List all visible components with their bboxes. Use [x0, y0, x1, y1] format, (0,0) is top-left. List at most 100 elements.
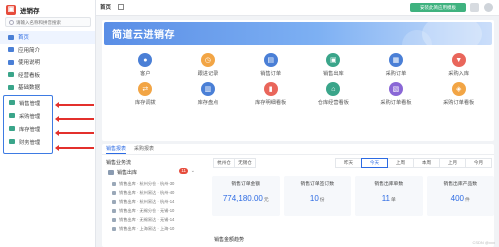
sidebar-item-intro[interactable]: 应用简介: [0, 44, 95, 57]
quick-action-label: 库存明细看板: [255, 100, 287, 106]
tree-row[interactable]: 销售出库 · 上海易达 · 上海-10: [112, 224, 196, 233]
workflow-tree: 销售出库 · 杭州分仓 · 杭州-30 销售出库 · 杭州易达 · 杭州-40 销售…: [112, 179, 196, 233]
tree-row[interactable]: 销售出库 · 杭州易达 · 杭州-14: [112, 197, 196, 206]
tab-home[interactable]: 首页: [100, 3, 111, 11]
metric-card: 销售订单签订数 10份: [283, 176, 351, 216]
annotation-arrow: [55, 130, 94, 135]
sidebar-item-label: 基础数据: [18, 85, 41, 92]
quick-action-item[interactable]: ▼ 采购入库: [427, 53, 490, 77]
chevron-down-icon[interactable]: ⌄: [191, 168, 195, 174]
folder-icon: [9, 113, 15, 118]
metric-label: 销售订单签订数: [300, 182, 335, 187]
document-icon: [112, 226, 116, 231]
document-icon: [112, 190, 116, 195]
tree-row[interactable]: 销售出库 · 杭州易达 · 杭州-40: [112, 188, 196, 197]
workflow-title: 销售业务流: [106, 160, 132, 166]
quick-action-label: 采购订单: [385, 71, 407, 77]
sidebar: ▣ 进销存 首页 应用简介 使用说明 经营看板: [0, 0, 96, 247]
sidebar-item-sales[interactable]: 销售管理: [4, 96, 52, 109]
workflow-item-label: 销售出库: [117, 169, 138, 176]
sidebar-search[interactable]: [5, 17, 91, 27]
city-filter[interactable]: 杭州仓: [213, 158, 235, 168]
sidebar-item-guide[interactable]: 使用说明: [0, 56, 95, 69]
metric-unit: 件: [465, 198, 470, 203]
inbound-icon: ▼: [451, 53, 466, 67]
sidebar-item-label: 首页: [18, 35, 30, 42]
tree-row[interactable]: 销售出库 · 杭州分仓 · 杭州-30: [112, 179, 196, 188]
tab-purchase-report[interactable]: 采购报表: [134, 144, 154, 154]
banner-title: 简道云进销存: [112, 30, 175, 41]
quick-action-item[interactable]: ▮ 库存明细看板: [239, 82, 302, 106]
quick-action-item[interactable]: ▧ 采购订单看板: [365, 82, 428, 106]
annotation-arrow: [55, 102, 94, 107]
tree-row[interactable]: 销售出库 · 无锡分仓 · 无锡-10: [112, 206, 196, 215]
board-icon: ▧: [388, 82, 403, 96]
chart-icon: ▮: [263, 82, 278, 96]
workflow-panel: 销售业务流 销售出库 11 ⌄ 销售出库 · 杭州分仓 · 杭州-30 销售出库 …: [104, 157, 198, 247]
metric-card: 销售出库单数 11单: [355, 176, 423, 216]
sidebar-item-purchase[interactable]: 采购管理: [4, 109, 52, 122]
folder-icon: [9, 139, 15, 144]
tree-row-label: 销售出库 · 无锡分仓 · 无锡-10: [119, 207, 175, 213]
quick-action-item[interactable]: ⇄ 库存调拨: [114, 82, 177, 106]
fullscreen-icon[interactable]: [118, 4, 124, 10]
folder-icon: [8, 72, 14, 78]
main-content: 简道云进销存 ● 客户 ◷ 跟进记录 ▤ 销售订单 ▣ 销售出库 ▦ 采购订单 ▼ 采购入库 ⇄ 库存调拨…: [96, 17, 499, 247]
document-icon: [112, 199, 116, 204]
quick-action-label: 库存盘点: [197, 100, 219, 106]
period-filter[interactable]: 上周: [387, 158, 414, 168]
period-filter[interactable]: 今月: [465, 158, 492, 168]
sidebar-item-label: 财务管理: [19, 139, 41, 146]
sidebar-item-label: 销售管理: [19, 100, 41, 107]
metric-unit: 份: [319, 198, 325, 203]
search-input[interactable]: [16, 19, 90, 25]
period-filter[interactable]: 本周: [413, 158, 440, 168]
banner: 简道云进销存: [104, 22, 492, 45]
install-template-button[interactable]: 安装此简应用模板: [410, 3, 466, 12]
quick-action-item[interactable]: ▣ 销售出库: [302, 53, 365, 77]
quick-action-label: 客户: [140, 71, 151, 77]
sidebar-item-label: 采购管理: [19, 113, 41, 120]
metric-card: 销售出库产品数 400件: [426, 176, 495, 216]
city-filter[interactable]: 无锡仓: [234, 158, 256, 168]
period-filter[interactable]: 上月: [439, 158, 466, 168]
metric-card: 销售订单金额 774,180.00元: [212, 176, 280, 216]
report-tabs: 销售报表 采购报表: [102, 144, 494, 155]
quick-action-item[interactable]: ▥ 库存盘点: [177, 82, 240, 106]
sidebar-item-finance[interactable]: 财务管理: [4, 135, 52, 148]
quick-action-label: 库存调拨: [134, 100, 156, 106]
quick-action-item[interactable]: ◈ 采购订单看板: [427, 82, 490, 106]
info-icon: [8, 47, 14, 53]
sidebar-item-inventory[interactable]: 库存管理: [4, 122, 52, 135]
home-icon: [8, 34, 14, 40]
metric-value-wrap: 774,180.00元: [212, 194, 280, 203]
document-icon: [112, 208, 116, 213]
metric-value: 774,180.00: [222, 194, 263, 203]
document-icon: [112, 217, 116, 222]
tree-row-label: 销售出库 · 杭州易达 · 杭州-14: [119, 198, 175, 204]
quick-action-item[interactable]: ▤ 销售订单: [239, 53, 302, 77]
ticket-icon: ◈: [451, 82, 466, 96]
quick-action-label: 销售出库: [322, 71, 344, 77]
count-badge: 11: [179, 168, 188, 174]
metric-unit: 单: [391, 198, 396, 203]
watermark: CSDN @xxx: [472, 240, 495, 245]
quick-action-item[interactable]: ▦ 采购订单: [365, 53, 428, 77]
metric-value: 10: [309, 194, 319, 203]
brand: ▣ 进销存: [6, 3, 40, 17]
period-filter[interactable]: 昨天: [335, 158, 362, 168]
period-filter[interactable]: 今天: [361, 158, 388, 168]
sidebar-item-dashboard[interactable]: 经营看板: [0, 69, 95, 82]
tree-row[interactable]: 销售出库 · 无锡易达 · 无锡-14: [112, 215, 196, 224]
quick-action-item[interactable]: ⌂ 仓库经营看板: [302, 82, 365, 106]
quick-action-label: 跟进记录: [197, 71, 219, 77]
sidebar-item-base-data[interactable]: 基础数据: [0, 81, 95, 94]
notification-icon[interactable]: [470, 3, 479, 12]
avatar[interactable]: [484, 3, 493, 12]
quick-action-item[interactable]: ● 客户: [114, 53, 177, 77]
sidebar-item-home[interactable]: 首页: [0, 31, 95, 44]
tab-sales-report[interactable]: 销售报表: [106, 144, 127, 154]
workflow-item[interactable]: 销售出库 11 ⌄: [108, 167, 196, 177]
quick-action-item[interactable]: ◷ 跟进记录: [177, 53, 240, 77]
metric-value-wrap: 400件: [427, 194, 495, 203]
